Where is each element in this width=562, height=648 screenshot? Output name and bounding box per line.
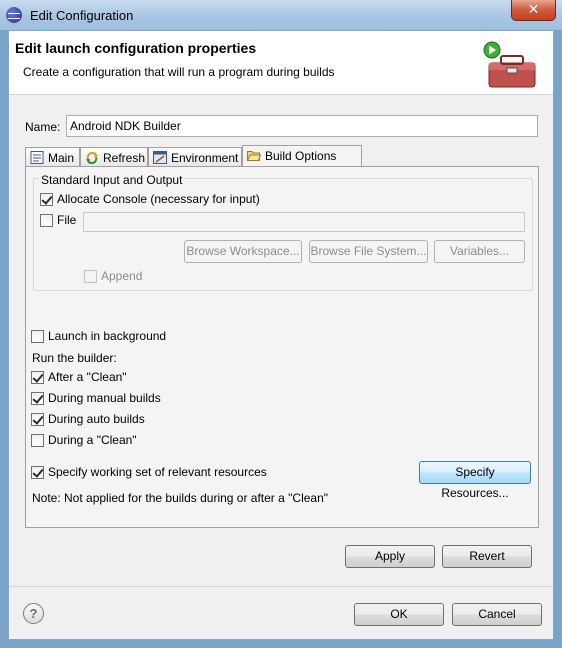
std-io-group: Standard Input and Output Allocate Conso… bbox=[33, 173, 533, 291]
name-input[interactable] bbox=[66, 115, 538, 137]
group-title: Standard Input and Output bbox=[39, 173, 185, 187]
working-set-checkbox[interactable]: Specify working set of relevant resource… bbox=[31, 465, 267, 479]
refresh-icon bbox=[86, 151, 98, 164]
specify-resources-button[interactable]: Specify Resources... bbox=[419, 461, 531, 500]
launch-background-checkbox[interactable]: Launch in background bbox=[31, 329, 166, 343]
during-manual-builds-checkbox[interactable]: During manual builds bbox=[31, 391, 161, 405]
during-auto-builds-label: During auto builds bbox=[48, 412, 145, 426]
checkbox-box[interactable] bbox=[31, 329, 44, 343]
tab-environment[interactable]: Environment bbox=[148, 147, 242, 167]
run-builder-label: Run the builder: bbox=[32, 351, 117, 365]
revert-button[interactable]: Revert bbox=[442, 545, 532, 568]
working-set-label: Specify working set of relevant resource… bbox=[48, 465, 267, 479]
tab-main[interactable]: Main bbox=[25, 147, 80, 167]
during-auto-builds-checkbox[interactable]: During auto builds bbox=[31, 412, 145, 426]
title-bar: Edit Configuration ✕ bbox=[0, 0, 562, 30]
tab-label: Refresh bbox=[103, 151, 146, 165]
during-clean-label: During a "Clean" bbox=[48, 433, 137, 447]
file-checkbox[interactable]: File bbox=[40, 213, 76, 227]
tab-refresh[interactable]: Refresh bbox=[80, 147, 148, 167]
folder-open-icon bbox=[247, 151, 261, 161]
environment-icon bbox=[153, 151, 167, 164]
allocate-console-label: Allocate Console (necessary for input) bbox=[57, 192, 260, 206]
launch-background-label: Launch in background bbox=[48, 329, 167, 343]
checkbox-box[interactable] bbox=[31, 412, 44, 426]
variables-button: Variables... bbox=[434, 240, 525, 263]
after-clean-label: After a "Clean" bbox=[48, 370, 127, 384]
build-options-panel: Standard Input and Output Allocate Conso… bbox=[25, 166, 539, 528]
checkbox-box[interactable] bbox=[31, 370, 44, 384]
apply-button[interactable]: Apply bbox=[345, 545, 435, 568]
cancel-button[interactable]: Cancel bbox=[452, 603, 542, 626]
dialog-header: Edit launch configuration properties Cre… bbox=[9, 31, 553, 95]
tab-label: Main bbox=[48, 151, 75, 165]
checkbox-box[interactable] bbox=[40, 213, 53, 227]
append-label: Append bbox=[101, 269, 143, 283]
tab-label: Environment bbox=[171, 151, 239, 165]
close-button[interactable]: ✕ bbox=[511, 0, 556, 21]
dialog-body: Edit launch configuration properties Cre… bbox=[8, 30, 554, 640]
allocate-console-checkbox[interactable]: Allocate Console (necessary for input) bbox=[40, 192, 260, 206]
document-icon bbox=[30, 151, 44, 164]
during-clean-checkbox[interactable]: During a "Clean" bbox=[31, 433, 137, 447]
checkbox-box[interactable] bbox=[31, 391, 44, 405]
help-icon[interactable]: ? bbox=[23, 603, 44, 624]
file-label: File bbox=[57, 213, 77, 227]
header-description: Create a configuration that will run a p… bbox=[23, 65, 335, 79]
eclipse-icon bbox=[6, 7, 22, 23]
during-manual-builds-label: During manual builds bbox=[48, 391, 161, 405]
append-checkbox: Append bbox=[84, 269, 142, 283]
browse-workspace-button: Browse Workspace... bbox=[184, 240, 302, 263]
checkbox-box[interactable] bbox=[40, 192, 53, 206]
window-title: Edit Configuration bbox=[30, 8, 134, 23]
browse-file-system-button: Browse File System... bbox=[309, 240, 428, 263]
after-clean-checkbox[interactable]: After a "Clean" bbox=[31, 370, 127, 384]
name-label: Name: bbox=[25, 120, 61, 134]
ok-button[interactable]: OK bbox=[354, 603, 444, 626]
header-title: Edit launch configuration properties bbox=[15, 40, 257, 56]
checkbox-box bbox=[84, 269, 97, 283]
toolbox-run-icon bbox=[483, 41, 536, 88]
note-text: Note: Not applied for the builds during … bbox=[32, 491, 329, 505]
file-path-field bbox=[83, 212, 525, 232]
separator bbox=[9, 586, 553, 587]
tab-build-options[interactable]: Build Options bbox=[242, 145, 362, 168]
checkbox-box[interactable] bbox=[31, 433, 44, 447]
tab-label: Build Options bbox=[265, 149, 337, 163]
checkbox-box[interactable] bbox=[31, 465, 44, 479]
